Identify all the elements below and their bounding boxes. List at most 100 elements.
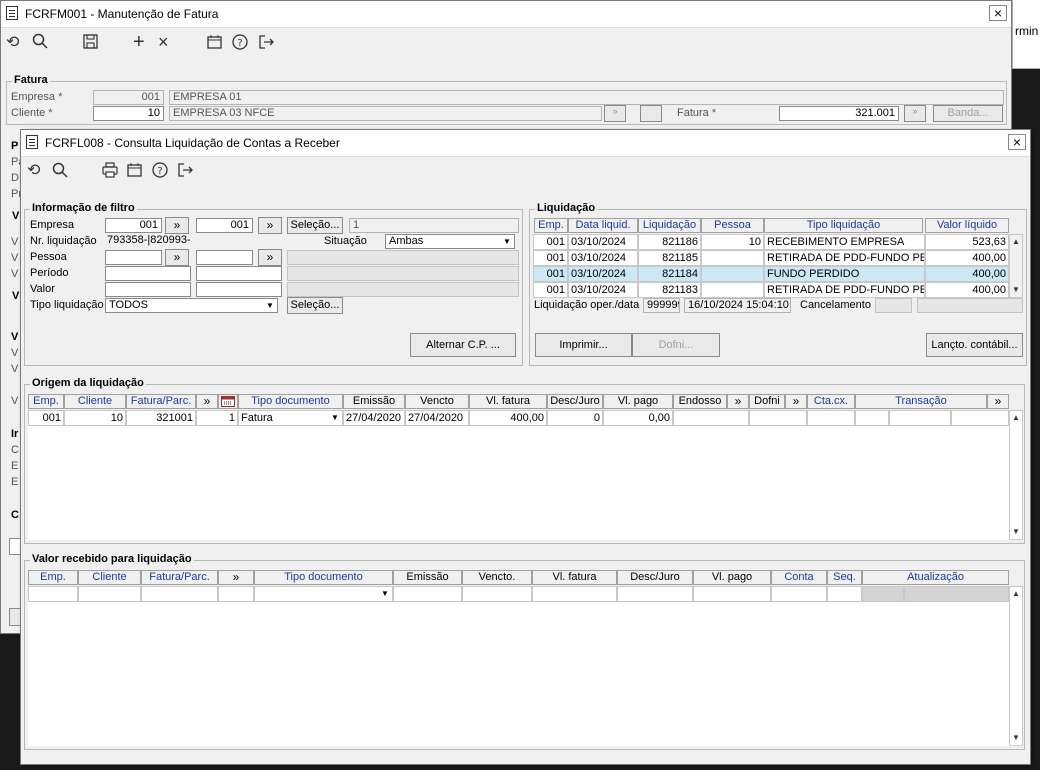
chevron-down-icon[interactable]: ▼: [263, 299, 277, 312]
rec-tipo-select[interactable]: ▼: [254, 586, 393, 602]
rec-col-emp[interactable]: Emp.: [28, 570, 78, 585]
alternar-cp-button[interactable]: Alternar C.P. ...: [410, 333, 516, 357]
chevron-down-icon[interactable]: ▼: [328, 411, 342, 425]
origem-scrollbar[interactable]: ▲ ▼: [1009, 410, 1023, 540]
calendar-icon[interactable]: [218, 394, 238, 409]
origem-col-expand3[interactable]: »: [785, 394, 807, 409]
svg-text:?: ?: [237, 38, 242, 49]
cut-label: P: [11, 140, 19, 152]
rec-col-expand[interactable]: »: [218, 570, 254, 585]
origem-col-transacao[interactable]: Transação: [855, 394, 987, 409]
cliente-extra-button[interactable]: [640, 105, 662, 122]
liq-cell: [701, 266, 764, 282]
refresh-icon[interactable]: ⟲: [6, 34, 19, 52]
rec-col-desc-juro[interactable]: Desc/Juro: [617, 570, 693, 585]
pessoa-to-expand-button[interactable]: »: [258, 249, 282, 266]
rec-col-vencto[interactable]: Vencto.: [462, 570, 532, 585]
help-icon[interactable]: ?: [152, 162, 168, 183]
periodo-from-field[interactable]: [105, 266, 191, 281]
rec-col-tipo[interactable]: Tipo documento: [254, 570, 393, 585]
cancel-icon[interactable]: ×: [158, 33, 169, 51]
rec-cell: [771, 586, 827, 602]
pessoa-from-expand-button[interactable]: »: [165, 249, 189, 266]
origem-col-cta-cx[interactable]: Cta.cx.: [807, 394, 855, 409]
origem-col-vl-pago[interactable]: Vl. pago: [603, 394, 673, 409]
rec-col-atualizacao[interactable]: Atualização: [862, 570, 1009, 585]
fatura-expand-button[interactable]: »: [904, 105, 926, 122]
origem-col-emissao[interactable]: Emissão: [343, 394, 405, 409]
rec-col-vl-pago[interactable]: Vl. pago: [693, 570, 771, 585]
lancto-contabil-button[interactable]: Lançto. contábil...: [926, 333, 1023, 357]
origem-col-tipo[interactable]: Tipo documento: [238, 394, 343, 409]
scroll-down-icon[interactable]: ▼: [1010, 731, 1022, 745]
calendar-icon[interactable]: [127, 162, 142, 182]
imprimir-button[interactable]: Imprimir...: [535, 333, 632, 357]
origem-col-desc-juro[interactable]: Desc/Juro: [547, 394, 603, 409]
cliente-expand-button[interactable]: »: [604, 105, 626, 122]
valor-from-field[interactable]: [105, 282, 191, 297]
liq-col-emp[interactable]: Emp.: [534, 218, 568, 233]
situacao-select[interactable]: Ambas ▼: [385, 234, 515, 249]
origem-tipo-select[interactable]: Fatura ▼: [238, 410, 343, 426]
empresa-code-field[interactable]: 001: [93, 90, 164, 105]
empresa-from-field[interactable]: 001: [105, 218, 162, 233]
selecao2-button[interactable]: Seleção...: [287, 297, 343, 314]
empresa-to-field[interactable]: 001: [196, 218, 253, 233]
periodo-to-field[interactable]: [196, 266, 282, 281]
empresa-to-expand-button[interactable]: »: [258, 217, 282, 234]
save-icon[interactable]: [83, 34, 98, 54]
exit-icon[interactable]: [177, 162, 193, 183]
origem-col-expand2[interactable]: »: [727, 394, 749, 409]
rec-col-vl-fatura[interactable]: Vl. fatura: [532, 570, 617, 585]
valor-to-field[interactable]: [196, 282, 282, 297]
calendar-icon[interactable]: [207, 34, 222, 54]
liq-col-valor[interactable]: Valor líquido: [925, 218, 1009, 233]
refresh-icon[interactable]: ⟲: [27, 162, 40, 180]
nr-liquidacao-field[interactable]: 793358-|820993-: [105, 234, 191, 249]
tipo-liquidacao-select[interactable]: TODOS ▼: [105, 298, 278, 313]
origem-col-fatura[interactable]: Fatura/Parc.: [126, 394, 196, 409]
empresa-from-expand-button[interactable]: »: [165, 217, 189, 234]
liq-col-pessoa[interactable]: Pessoa: [701, 218, 764, 233]
chevron-down-icon[interactable]: ▼: [378, 587, 392, 601]
rec-col-cliente[interactable]: Cliente: [78, 570, 141, 585]
liq-col-tipo[interactable]: Tipo liquidação: [764, 218, 923, 233]
search-icon[interactable]: [52, 162, 68, 183]
origem-col-vencto[interactable]: Vencto: [405, 394, 469, 409]
origem-col-expand4[interactable]: »: [987, 394, 1009, 409]
origem-col-vl-fatura[interactable]: Vl. fatura: [469, 394, 547, 409]
rec-col-seq[interactable]: Seq.: [827, 570, 862, 585]
selecao-button[interactable]: Seleção...: [287, 217, 343, 234]
add-icon[interactable]: +: [133, 32, 145, 52]
origem-col-emp[interactable]: Emp.: [28, 394, 64, 409]
print-icon[interactable]: [102, 162, 118, 183]
cliente-code-field[interactable]: 10: [93, 106, 164, 121]
origem-col-endosso[interactable]: Endosso: [673, 394, 727, 409]
rec-col-emissao[interactable]: Emissão: [393, 570, 462, 585]
main-close-button[interactable]: ×: [989, 5, 1007, 21]
liq-scrollbar[interactable]: ▲ ▼: [1009, 234, 1023, 298]
rec-col-conta[interactable]: Conta: [771, 570, 827, 585]
scroll-up-icon[interactable]: ▲: [1010, 235, 1022, 249]
liq-col-data[interactable]: Data liquid.: [568, 218, 638, 233]
scroll-down-icon[interactable]: ▼: [1010, 283, 1022, 297]
rec-col-fatura[interactable]: Fatura/Parc.: [141, 570, 218, 585]
scroll-up-icon[interactable]: ▲: [1010, 587, 1022, 601]
scroll-down-icon[interactable]: ▼: [1010, 525, 1022, 539]
scroll-up-icon[interactable]: ▲: [1010, 411, 1022, 425]
dofni-button[interactable]: Dofni...: [632, 333, 720, 357]
chevron-down-icon[interactable]: ▼: [500, 235, 514, 248]
pessoa-from-field[interactable]: [105, 250, 162, 265]
liq-col-liquidacao[interactable]: Liquidação: [638, 218, 701, 233]
recebido-scrollbar[interactable]: ▲ ▼: [1009, 586, 1023, 746]
pessoa-to-field[interactable]: [196, 250, 253, 265]
banda-button[interactable]: Banda...: [933, 105, 1003, 122]
origem-col-cliente[interactable]: Cliente: [64, 394, 126, 409]
fatura-field[interactable]: 321.001: [779, 106, 899, 121]
exit-icon[interactable]: [258, 34, 274, 55]
dialog-close-button[interactable]: ×: [1008, 134, 1026, 150]
origem-col-expand[interactable]: »: [196, 394, 218, 409]
help-icon[interactable]: ?: [232, 34, 248, 55]
search-icon[interactable]: [32, 33, 48, 54]
origem-col-dofni[interactable]: Dofni: [749, 394, 785, 409]
